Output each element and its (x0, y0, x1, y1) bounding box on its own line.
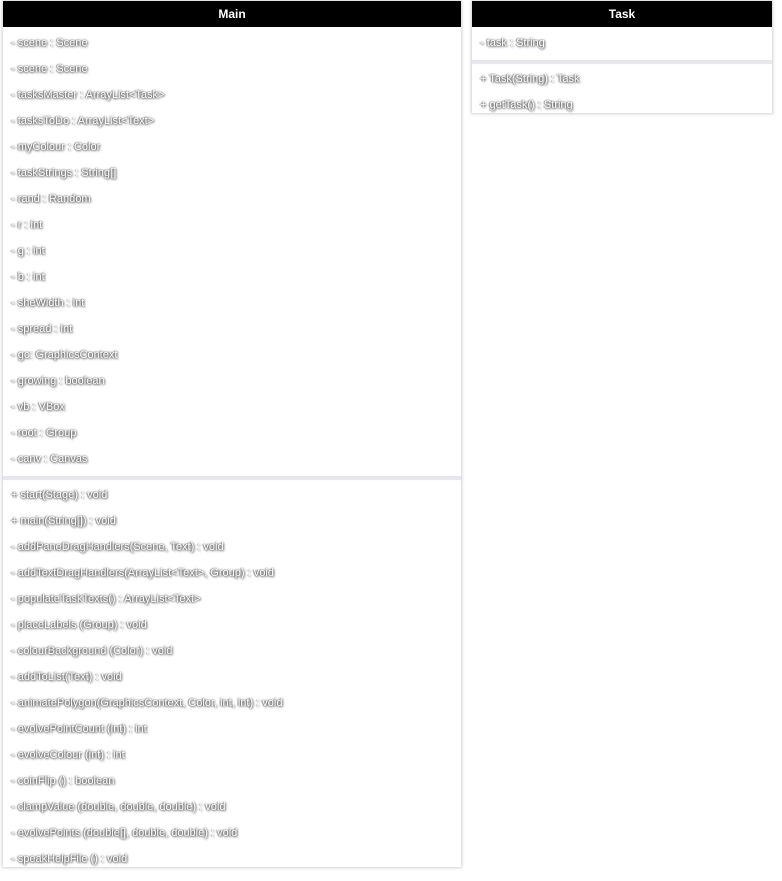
class-attribute: - task : String (480, 37, 545, 49)
class-method: - evolvePoints (double[], double, double… (11, 827, 238, 839)
class-method: - animatePolygon(GraphicsContext, Color,… (11, 697, 283, 709)
class-method: - addPaneDragHandlers(Scene, Text) : voi… (11, 541, 224, 553)
class-attribute: - canv : Canvas (11, 453, 88, 465)
class-method: + getTask() : String (480, 99, 573, 111)
class-attribute: - sheWidth : int (11, 297, 85, 309)
class-method: - addToList(Text) : void (11, 671, 122, 683)
class-attribute: - scene : Scene (11, 63, 88, 75)
class-method: - evolveColour (int) : int (11, 749, 125, 761)
class-method: + main(String[]) : void (11, 515, 116, 527)
class-main[interactable]: Main - scene : Scene - scene : Scene - tas… (3, 1, 461, 867)
class-method: - addTextDragHandlers(ArrayList<Text>, G… (11, 567, 274, 579)
class-main-name: Main (3, 1, 461, 27)
class-attribute: - g : int (11, 245, 45, 257)
class-method: - colourBackground (Color) : void (11, 645, 173, 657)
class-attribute: - root : Group (11, 427, 77, 439)
class-task[interactable]: Task - task : String + Task(String) : Ta… (472, 1, 772, 113)
class-method: + Task(String) : Task (480, 73, 580, 85)
class-attribute: - scene : Scene (11, 37, 88, 49)
class-attribute: - taskStrings : String[] (11, 167, 117, 179)
class-attribute: - tasksToDo : ArrayList<Text> (11, 115, 155, 127)
class-attribute: - vb : VBox (11, 401, 65, 413)
class-attribute: - r : int (11, 219, 43, 231)
class-method: + start(Stage) : void (11, 489, 108, 501)
class-attribute: - growing : boolean (11, 375, 105, 387)
class-attribute: - tasksMaster : ArrayList<Task> (11, 89, 165, 101)
class-attribute: - b : int (11, 271, 45, 283)
class-method: - coinFlip () : boolean (11, 775, 115, 787)
class-attribute: - gc: GraphicsContext (11, 349, 118, 361)
class-attribute: - rand : Random (11, 193, 91, 205)
class-main-methods: + start(Stage) : void + main(String[]) : … (3, 479, 461, 876)
class-task-attributes: - task : String (472, 27, 772, 60)
class-attribute: - spread : int (11, 323, 73, 335)
class-method: - speakHelpFile () : void (11, 853, 128, 865)
class-main-attributes: - scene : Scene - scene : Scene - tasksMas… (3, 27, 461, 476)
class-task-methods: + Task(String) : Task + getTask() : Strin… (472, 63, 772, 122)
class-method: - populateTaskTexts() : ArrayList<Text> (11, 593, 201, 605)
class-method: - clampValue (double, double, double) : … (11, 801, 226, 813)
class-attribute: - myColour : Color (11, 141, 101, 153)
class-method: - placeLabels (Group) : void (11, 619, 147, 631)
class-method: - evolvePointCount (int) : int (11, 723, 147, 735)
class-task-name: Task (472, 1, 772, 27)
